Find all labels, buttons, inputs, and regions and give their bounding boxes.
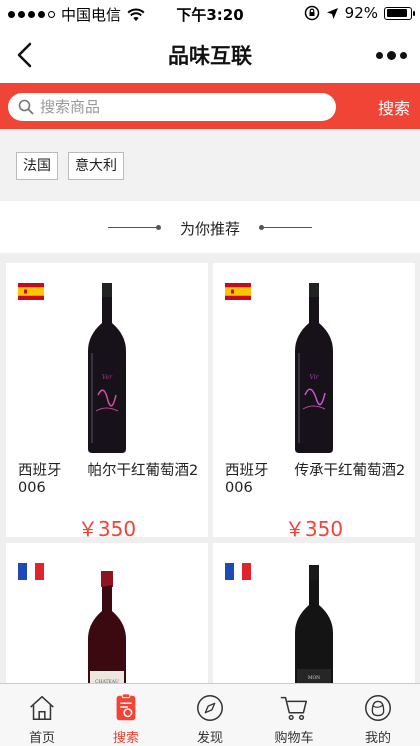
product-card[interactable]: Ver 西班牙 帕尔干红葡萄酒2006 ￥350 — [6, 263, 208, 537]
tab-cart[interactable]: 购物车 — [252, 684, 336, 746]
spain-flag-icon — [225, 283, 251, 300]
more-dot-icon — [386, 50, 396, 60]
wine-bottle-image: MON — [295, 565, 333, 683]
product-card[interactable]: CHATEAU — [6, 543, 208, 683]
profile-icon — [365, 695, 391, 721]
france-flag-icon — [18, 563, 44, 580]
wine-bottle-image: CHATEAU — [88, 571, 126, 683]
filter-tags: 法国 意大利 — [0, 129, 420, 201]
home-icon — [30, 695, 54, 721]
tab-label: 发现 — [196, 731, 223, 746]
recommend-label: 为你推荐 — [179, 220, 240, 238]
france-flag-icon — [225, 563, 251, 580]
search-input[interactable] — [40, 98, 320, 116]
wine-bottle-image: Vir — [295, 283, 333, 453]
search-list-icon — [116, 693, 136, 721]
divider-line — [262, 227, 312, 228]
svg-text:Vir: Vir — [309, 374, 319, 381]
more-dot-icon — [375, 51, 383, 59]
tab-label: 搜索 — [112, 731, 139, 746]
more-dot-icon — [399, 51, 407, 59]
status-right: 92% — [304, 4, 415, 22]
product-origin: 西班牙 — [225, 463, 269, 479]
filter-tag-france[interactable]: 法国 — [16, 152, 58, 180]
spain-flag-icon — [18, 283, 44, 300]
battery-icon — [384, 6, 415, 20]
tab-discover[interactable]: 发现 — [168, 684, 252, 746]
product-price: ￥350 — [77, 517, 137, 537]
tab-label: 购物车 — [274, 731, 314, 746]
product-card[interactable]: MON — [213, 543, 415, 683]
filter-tag-italy[interactable]: 意大利 — [68, 152, 124, 180]
recommend-header: 为你推荐 — [0, 201, 420, 253]
page-title: 品味互联 — [168, 44, 252, 68]
battery-percent: 92% — [344, 4, 378, 22]
tab-label: 首页 — [28, 731, 55, 746]
search-box[interactable] — [8, 93, 336, 121]
product-name: 西班牙 帕尔干红葡萄酒2006 — [18, 463, 203, 497]
tab-home[interactable]: 首页 — [0, 684, 84, 746]
product-grid: Ver 西班牙 帕尔干红葡萄酒2006 ￥350 Vir 西班牙 传承干红葡萄酒20… — [0, 253, 420, 683]
compass-icon — [197, 695, 223, 721]
tab-bar: 首页 搜索 发现 购物车 我的 — [0, 683, 420, 746]
more-button[interactable] — [374, 43, 408, 67]
product-card[interactable]: Vir 西班牙 传承干红葡萄酒2006 ￥350 — [213, 263, 415, 537]
tab-search[interactable]: 搜索 — [84, 684, 168, 746]
rotation-lock-icon — [304, 5, 319, 21]
location-icon — [326, 7, 338, 19]
tab-profile[interactable]: 我的 — [336, 684, 420, 746]
wine-bottle-image: Ver — [88, 283, 126, 453]
search-button[interactable]: 搜索 — [378, 95, 410, 119]
nav-bar: 品味互联 — [0, 27, 420, 83]
search-bar: 搜索 — [0, 83, 420, 129]
product-name: 西班牙 传承干红葡萄酒2006 — [225, 463, 410, 497]
search-icon — [18, 99, 34, 115]
product-origin: 西班牙 — [18, 463, 62, 479]
svg-text:MON: MON — [308, 675, 320, 681]
product-price: ￥350 — [284, 517, 344, 537]
tab-label: 我的 — [364, 731, 391, 746]
svg-text:Ver: Ver — [102, 374, 113, 381]
cart-icon — [280, 696, 307, 720]
status-bar: 中国电信 下午3:20 92% — [0, 0, 420, 27]
